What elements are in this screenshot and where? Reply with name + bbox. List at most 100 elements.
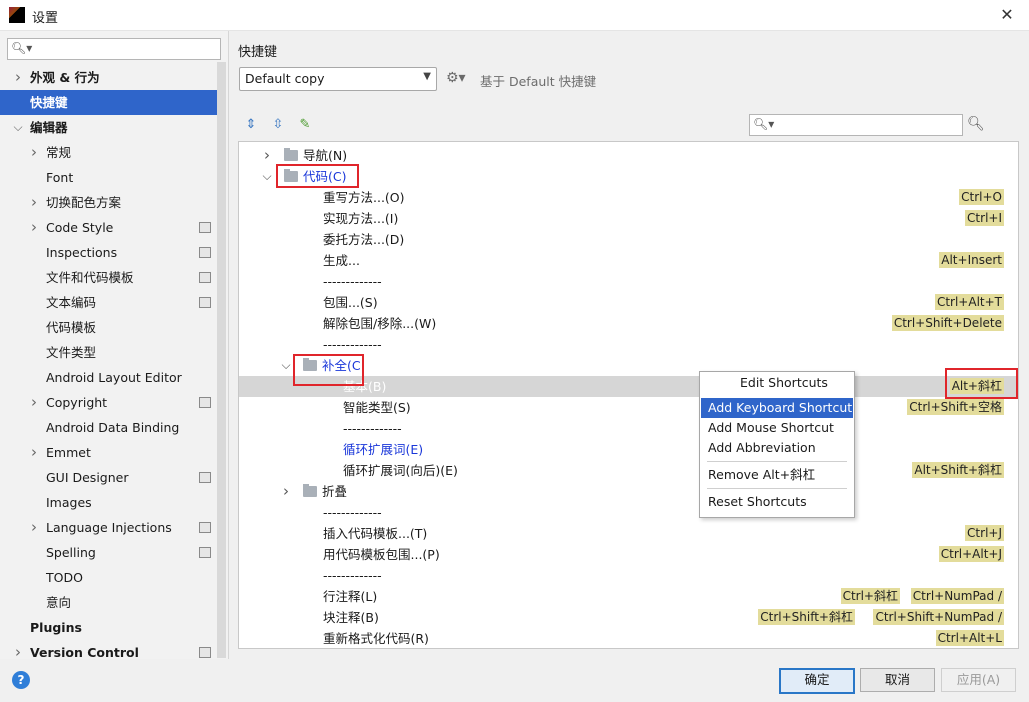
sidebar-item[interactable]: › Version Control (0, 640, 217, 665)
gear-icon[interactable]: ⚙▾ (446, 70, 466, 86)
sidebar-item-label: Version Control (30, 645, 139, 660)
action-row[interactable]: 重写方法...(O) Ctrl+O (239, 187, 1018, 208)
sidebar-item[interactable]: GUI Designer (0, 465, 217, 490)
sidebar-item-label: 意向 (46, 595, 72, 610)
sidebar-item[interactable]: 快捷键 (0, 90, 217, 115)
chevron-right-icon[interactable]: › (29, 440, 39, 465)
sidebar-item[interactable]: › 切换配色方案 (0, 190, 217, 215)
sidebar-item[interactable]: ⌵ 编辑器 (0, 115, 217, 140)
action-row[interactable]: 插入代码模板...(T) Ctrl+J (239, 523, 1018, 544)
sidebar-item[interactable]: Android Data Binding (0, 415, 217, 440)
action-label: 委托方法...(D) (323, 232, 405, 247)
sidebar-item-label: 切换配色方案 (46, 195, 122, 210)
action-row[interactable]: 块注释(B) Ctrl+Shift+NumPad / Ctrl+Shift+斜杠 (239, 607, 1018, 628)
chevron-right-icon[interactable]: › (29, 140, 39, 165)
add-mouse-shortcut-item[interactable]: Add Mouse Shortcut (701, 418, 853, 438)
chevron-right-icon[interactable]: › (13, 640, 23, 665)
action-label: 智能类型(S) (343, 400, 411, 415)
action-row[interactable]: 循环扩展词(向后)(E) Alt+Shift+斜杠 (239, 460, 1018, 481)
annotation-box-code (276, 164, 359, 188)
action-row[interactable]: 行注释(L) Ctrl+NumPad / Ctrl+斜杠 (239, 586, 1018, 607)
sidebar-item[interactable]: TODO (0, 565, 217, 590)
action-label: ------------- (323, 274, 382, 289)
shortcut-badge: Ctrl+Shift+空格 (907, 399, 1004, 415)
action-row[interactable]: 解除包围/移除...(W) Ctrl+Shift+Delete (239, 313, 1018, 334)
action-row[interactable]: 生成... Alt+Insert (239, 250, 1018, 271)
sidebar-item[interactable]: 文件和代码模板 (0, 265, 217, 290)
sidebar-item[interactable]: 意向 (0, 590, 217, 615)
chevron-right-icon[interactable]: › (29, 390, 39, 415)
chevron-right-icon[interactable]: › (280, 481, 292, 502)
action-row[interactable]: ------------- (239, 565, 1018, 586)
ok-button[interactable]: 确定 (779, 668, 855, 694)
sidebar-item[interactable]: 文件类型 (0, 340, 217, 365)
action-row[interactable]: 循环扩展词(E) (239, 439, 1018, 460)
sidebar-scrollbar[interactable] (217, 62, 226, 658)
expand-all-icon[interactable]: ⇕ (243, 117, 259, 133)
action-row[interactable]: ------------- (239, 334, 1018, 355)
add-keyboard-shortcut-item[interactable]: Add Keyboard Shortcut (701, 398, 853, 418)
shortcut-badge: Alt+Shift+斜杠 (912, 462, 1004, 478)
action-label: 生成... (323, 253, 360, 268)
keymap-tree: › 导航(N) ⌵ 代码(C) 重写方法...(O) Ctrl+O 实现方法...(I) Ct… (238, 141, 1019, 649)
sidebar-item-label: 快捷键 (30, 95, 68, 110)
project-scope-icon (199, 222, 211, 233)
chevron-right-icon[interactable]: › (29, 515, 39, 540)
action-label: 循环扩展词(向后)(E) (343, 463, 458, 478)
close-icon[interactable]: ✕ (996, 4, 1018, 26)
collapse-all-icon[interactable]: ⇳ (270, 117, 286, 133)
action-row[interactable]: ------------- (239, 271, 1018, 292)
sidebar-item-label: Plugins (30, 620, 82, 635)
sidebar-item[interactable]: Inspections (0, 240, 217, 265)
sidebar-item[interactable]: 代码模板 (0, 315, 217, 340)
find-by-shortcut-icon[interactable]: 🔍︎ (967, 116, 985, 132)
action-row[interactable]: 智能类型(S) Ctrl+Shift+空格 (239, 397, 1018, 418)
apply-button[interactable]: 应用(A) (941, 668, 1016, 692)
chevron-right-icon[interactable]: › (29, 190, 39, 215)
sidebar-item[interactable]: Font (0, 165, 217, 190)
action-row[interactable]: 实现方法...(I) Ctrl+I (239, 208, 1018, 229)
remove-shortcut-item[interactable]: Remove Alt+斜杠 (701, 465, 853, 485)
chevron-down-icon[interactable]: ⌵ (261, 166, 273, 187)
edit-pencil-icon[interactable]: ✎ (297, 117, 313, 133)
sidebar-item[interactable]: › 常规 (0, 140, 217, 165)
sidebar-search-input[interactable]: 🔍︎▾ (7, 38, 221, 60)
sidebar-item[interactable]: › Copyright (0, 390, 217, 415)
sidebar-item[interactable]: › Language Injections (0, 515, 217, 540)
help-icon[interactable]: ? (12, 671, 30, 689)
keymap-dropdown[interactable]: Default copy ▼ (239, 67, 437, 91)
action-row[interactable]: 包围...(S) Ctrl+Alt+T (239, 292, 1018, 313)
action-row[interactable]: 重新格式化代码(R) Ctrl+Alt+L (239, 628, 1018, 648)
sidebar-item[interactable]: Images (0, 490, 217, 515)
project-scope-icon (199, 647, 211, 658)
sidebar-item[interactable]: Plugins (0, 615, 217, 640)
action-row[interactable]: › 导航(N) (239, 145, 1018, 166)
chevron-right-icon[interactable]: › (13, 65, 23, 90)
context-menu-header: Edit Shortcuts (740, 375, 828, 390)
shortcut-badge: Ctrl+Alt+T (934, 294, 1004, 310)
sidebar-item[interactable]: Spelling (0, 540, 217, 565)
chevron-down-icon[interactable]: ⌵ (13, 115, 23, 140)
tree-scrollbar[interactable] (1018, 141, 1027, 647)
shortcut-filter-input[interactable]: 🔍︎▾ (749, 114, 963, 136)
action-row[interactable]: ------------- (239, 418, 1018, 439)
shortcut-badge: Alt+Insert (939, 252, 1004, 268)
chevron-right-icon[interactable]: › (261, 145, 273, 166)
sidebar-item[interactable]: › Emmet (0, 440, 217, 465)
cancel-button[interactable]: 取消 (860, 668, 935, 692)
action-row[interactable]: 用代码模板包围...(P) Ctrl+Alt+J (239, 544, 1018, 565)
reset-shortcuts-item[interactable]: Reset Shortcuts (701, 492, 853, 512)
sidebar-item[interactable]: › 外观 & 行为 (0, 65, 217, 90)
sidebar-item[interactable]: Android Layout Editor (0, 365, 217, 390)
action-row[interactable]: ------------- (239, 502, 1018, 523)
chevron-down-icon[interactable]: ⌵ (280, 355, 292, 376)
action-row[interactable]: › 折叠 (239, 481, 1018, 502)
sidebar-item[interactable]: 文本编码 (0, 290, 217, 315)
action-row[interactable]: 委托方法...(D) (239, 229, 1018, 250)
sidebar-item-label: 代码模板 (46, 320, 97, 335)
add-abbreviation-item[interactable]: Add Abbreviation (701, 438, 853, 458)
action-label: 用代码模板包围...(P) (323, 547, 440, 562)
sidebar-item[interactable]: › Code Style (0, 215, 217, 240)
sidebar-item-label: Android Layout Editor (46, 370, 182, 385)
chevron-right-icon[interactable]: › (29, 215, 39, 240)
